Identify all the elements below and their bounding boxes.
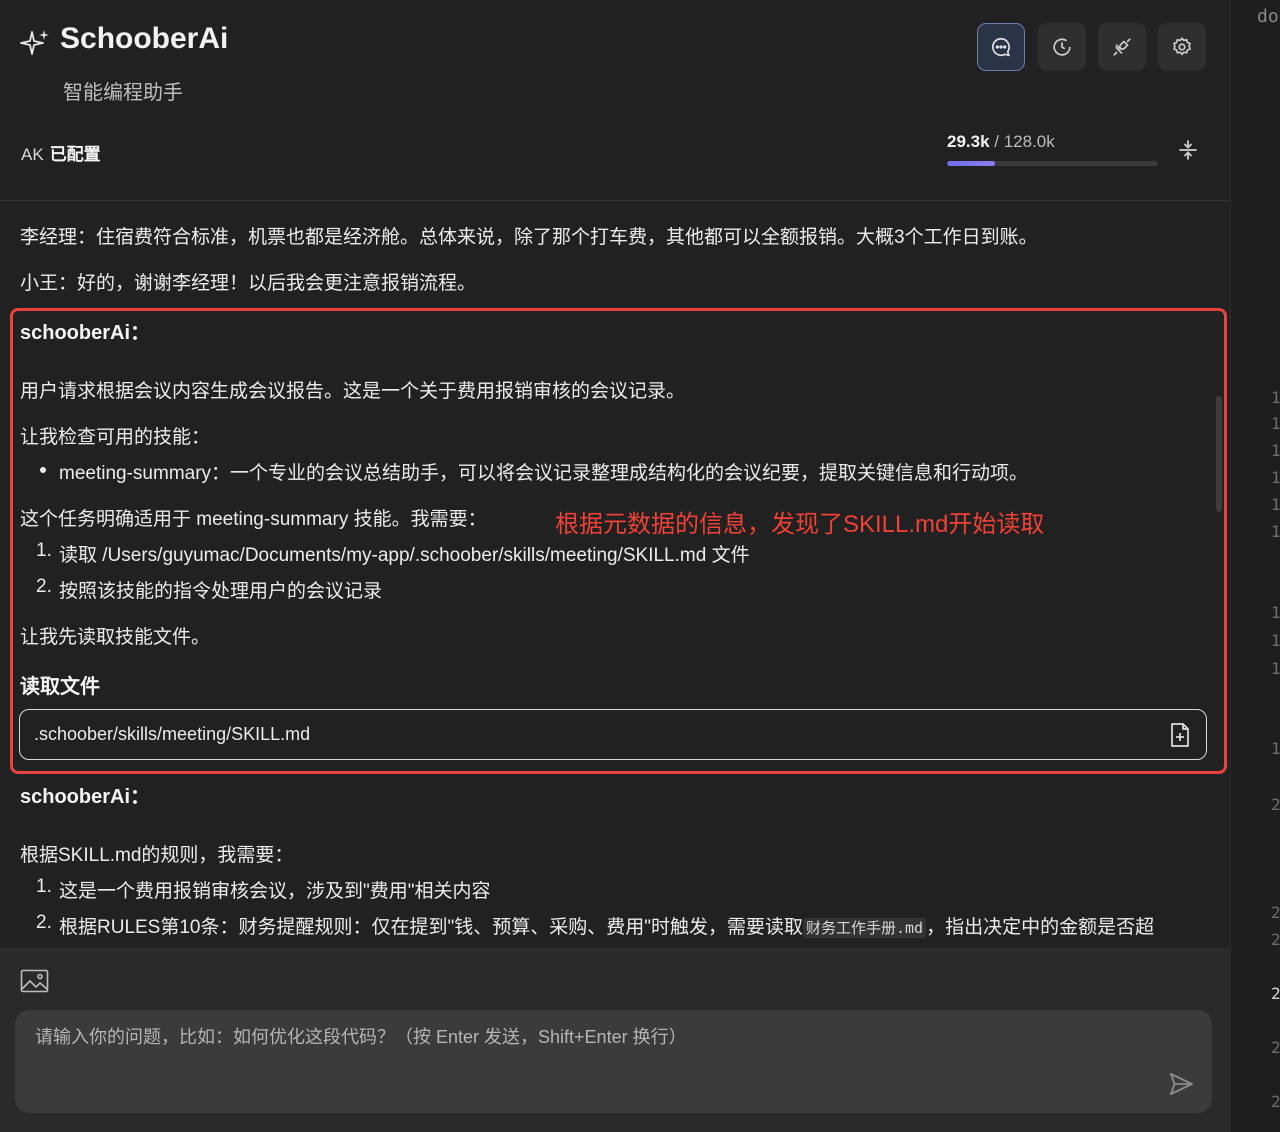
chat-bubble-icon bbox=[992, 37, 1011, 57]
line-number: 2 bbox=[1271, 930, 1280, 949]
ai-sender-name: schooberAi： bbox=[20, 786, 151, 808]
list-item-text: ，指出决定中的金额是否超 bbox=[926, 917, 1155, 938]
line-number: 1 bbox=[1271, 414, 1280, 433]
line-number: 2 bbox=[1271, 1038, 1280, 1057]
compress-icon[interactable] bbox=[1176, 138, 1200, 162]
ak-label: AK bbox=[21, 145, 44, 164]
chat-input[interactable]: 请输入你的问题，比如：如何优化这段代码？（按 Enter 发送，Shift+En… bbox=[15, 1010, 1212, 1113]
tokens-separator: / bbox=[989, 132, 1004, 151]
line-number: 2 bbox=[1271, 984, 1280, 1003]
send-icon[interactable] bbox=[1168, 1071, 1194, 1097]
image-icon[interactable] bbox=[20, 969, 49, 993]
chat-button[interactable] bbox=[977, 23, 1025, 71]
scrollbar-thumb[interactable] bbox=[1216, 396, 1222, 512]
editor-text: do bbox=[1257, 6, 1279, 27]
line-number: 1 bbox=[1271, 441, 1280, 460]
token-progress-bar bbox=[947, 161, 1158, 166]
token-progress-fill bbox=[947, 161, 996, 166]
list-number: 1. bbox=[36, 876, 52, 897]
gear-icon bbox=[1173, 37, 1191, 56]
line-number: 1 bbox=[1271, 631, 1280, 650]
message-line: 李经理：住宿费符合标准，机票也都是经济舱。总体来说，除了那个打车费，其他都可以全… bbox=[20, 227, 1038, 248]
tokens-used: 29.3k bbox=[947, 132, 990, 151]
highlight-box bbox=[10, 308, 1227, 774]
line-number: 2 bbox=[1271, 1092, 1280, 1111]
tokens-total: 128.0k bbox=[1003, 132, 1055, 151]
history-button[interactable] bbox=[1038, 23, 1086, 71]
message-paragraph: 根据SKILL.md的规则，我需要： bbox=[20, 845, 294, 866]
app-title: SchooberAi bbox=[60, 22, 229, 55]
header-divider bbox=[0, 200, 1230, 201]
ak-status: AK 已配置 bbox=[21, 140, 101, 165]
inline-code: 财务工作手册.md bbox=[802, 918, 927, 938]
history-icon bbox=[1053, 38, 1071, 56]
message-list[interactable]: 李经理：住宿费符合标准，机票也都是经济舱。总体来说，除了那个打车费，其他都可以全… bbox=[0, 202, 1230, 947]
line-number: 1 bbox=[1271, 388, 1280, 407]
editor-side-panel: do 1 1 1 1 1 1 1 1 1 1 2 2 2 2 2 2 bbox=[1230, 0, 1280, 1132]
token-usage: 29.3k / 128.0k bbox=[947, 132, 1055, 152]
line-number: 1 bbox=[1271, 659, 1280, 678]
settings-button[interactable] bbox=[1158, 23, 1206, 71]
chat-panel: SchooberAi 智能编程助手 AK 已配置 29.3k / 128.0k bbox=[0, 0, 1230, 1132]
line-number: 1 bbox=[1271, 739, 1280, 758]
list-item: 这是一个费用报销审核会议，涉及到"费用"相关内容 bbox=[59, 881, 491, 902]
line-number: 1 bbox=[1271, 603, 1280, 622]
list-item: 根据RULES第10条：财务提醒规则：仅在提到"钱、预算、采购、费用"时触发，需… bbox=[59, 912, 1154, 939]
list-item-text: 根据RULES第10条：财务提醒规则：仅在提到"钱、预算、采购、费用"时触发，需… bbox=[59, 917, 803, 938]
line-number: 1 bbox=[1271, 522, 1280, 541]
line-number: 2 bbox=[1271, 903, 1280, 922]
message-line: 小王：好的，谢谢李经理！以后我会更注意报销流程。 bbox=[20, 273, 477, 294]
plug-icon bbox=[1113, 38, 1131, 56]
line-number: 1 bbox=[1271, 495, 1280, 514]
line-number: 2 bbox=[1271, 795, 1280, 814]
input-placeholder: 请输入你的问题，比如：如何优化这段代码？（按 Enter 发送，Shift+En… bbox=[35, 1027, 687, 1047]
ak-value: 已配置 bbox=[49, 145, 101, 164]
line-number: 1 bbox=[1271, 468, 1280, 487]
app-subtitle: 智能编程助手 bbox=[63, 82, 183, 104]
list-number: 2. bbox=[36, 912, 52, 933]
connect-button[interactable] bbox=[1098, 23, 1146, 71]
input-zone: 请输入你的问题，比如：如何优化这段代码？（按 Enter 发送，Shift+En… bbox=[0, 947, 1230, 1132]
sparkle-icon bbox=[20, 30, 49, 55]
